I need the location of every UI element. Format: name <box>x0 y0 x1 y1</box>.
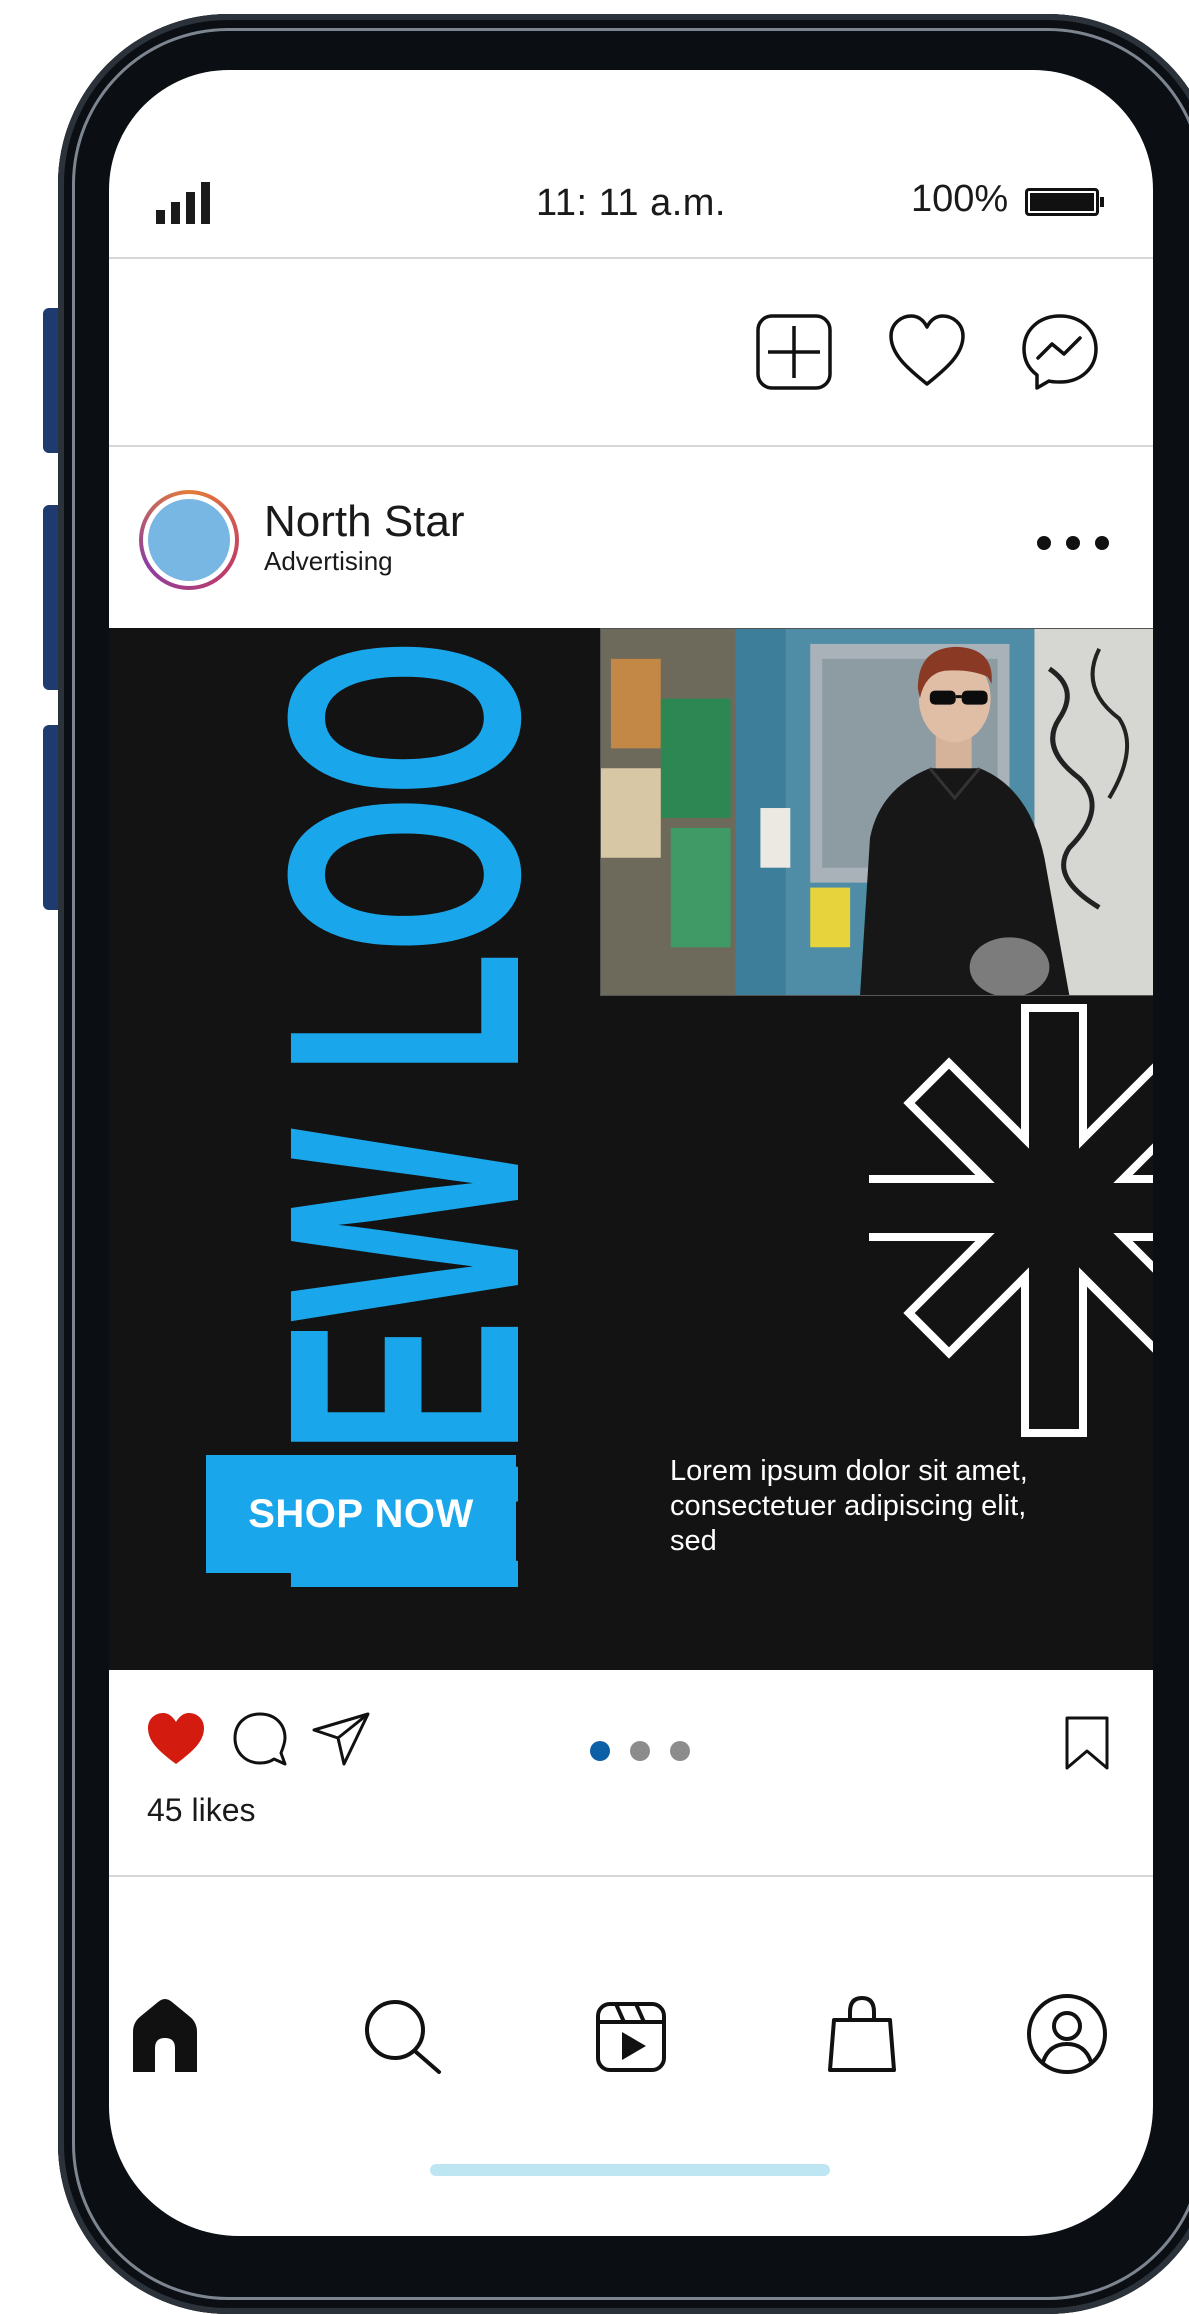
status-bar: 11: 11 a.m. 100% <box>109 70 1153 258</box>
street-photo <box>600 628 1153 996</box>
carousel-dot-active[interactable] <box>590 1741 610 1761</box>
avatar[interactable] <box>139 490 239 590</box>
comment-icon[interactable] <box>231 1710 289 1768</box>
bookmark-icon[interactable] <box>1064 1715 1110 1771</box>
phone-screen: 11: 11 a.m. 100% North Star Advertising … <box>109 70 1153 2236</box>
heart-icon[interactable] <box>887 312 967 392</box>
shop-now-button[interactable]: SHOP NOW <box>206 1455 516 1573</box>
header-divider <box>109 445 1153 447</box>
actions-divider <box>109 1875 1153 1877</box>
carousel-dot[interactable] <box>670 1741 690 1761</box>
add-post-icon[interactable] <box>754 312 834 392</box>
avatar-image <box>148 499 230 581</box>
home-icon[interactable] <box>123 1992 207 2076</box>
search-icon[interactable] <box>359 1992 443 2076</box>
volume-up-button[interactable] <box>43 505 58 690</box>
volume-down-button[interactable] <box>43 725 58 910</box>
post-image[interactable]: NEW LOOK SHOP NOW Lorem ipsum dolor sit … <box>109 628 1153 1670</box>
asterisk-graphic <box>869 1004 1153 1437</box>
reels-icon[interactable] <box>590 1992 674 2076</box>
side-button-top[interactable] <box>43 308 58 453</box>
post-body-text: Lorem ipsum dolor sit amet, consectetuer… <box>670 1455 1028 1557</box>
profile-name[interactable]: North Star <box>264 497 465 547</box>
profile-subtitle: Advertising <box>264 546 393 576</box>
headline-wrap: NEW LOOK <box>219 628 588 1601</box>
share-icon[interactable] <box>310 1710 372 1768</box>
profile-icon[interactable] <box>1025 1992 1109 2076</box>
like-heart-icon[interactable] <box>145 1710 207 1768</box>
home-indicator[interactable] <box>430 2164 830 2176</box>
battery-full-icon <box>1025 188 1104 216</box>
more-options-icon[interactable] <box>1037 533 1109 553</box>
battery-percent: 100% <box>911 178 1009 220</box>
shop-icon[interactable] <box>820 1992 904 2076</box>
likes-count[interactable]: 45 likes <box>147 1792 256 1829</box>
carousel-dot[interactable] <box>630 1741 650 1761</box>
status-divider <box>109 257 1153 259</box>
messenger-icon[interactable] <box>1020 312 1100 392</box>
